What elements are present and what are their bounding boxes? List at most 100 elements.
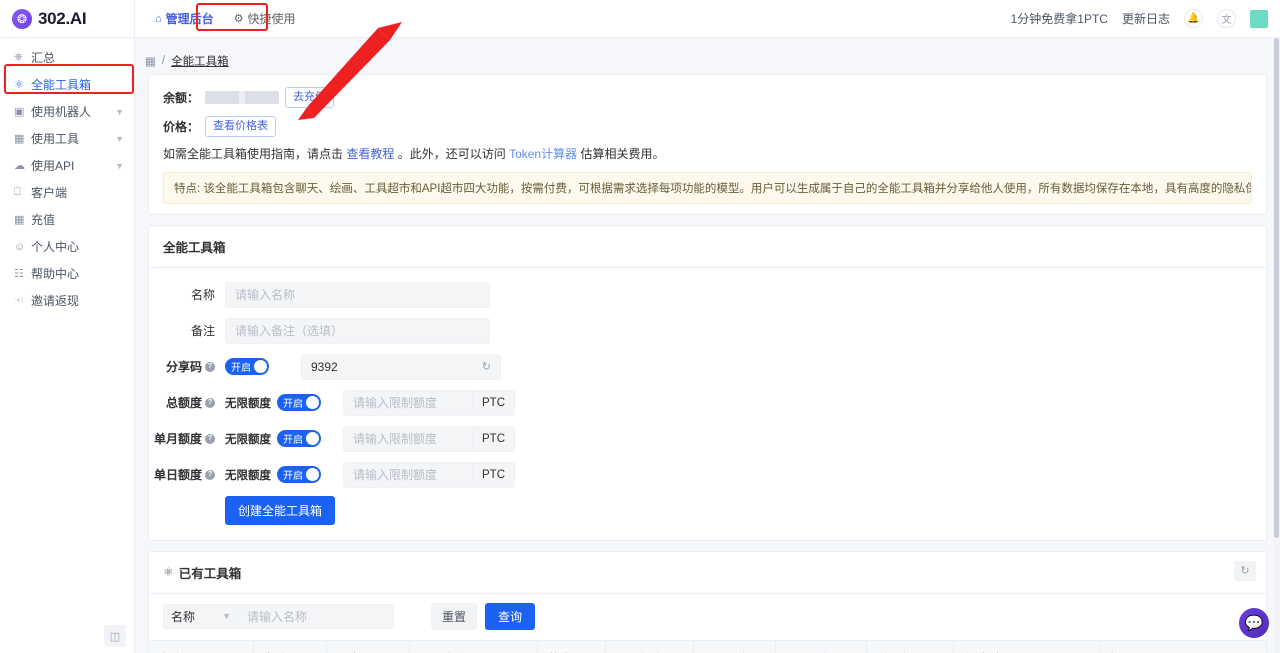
share-code-input[interactable]: 9392 ↻ bbox=[301, 353, 501, 380]
total-quota-unit: PTC bbox=[473, 389, 515, 416]
col-used-quota[interactable]: 已用额度 bbox=[605, 639, 695, 653]
bell-icon[interactable]: 🔔 bbox=[1184, 9, 1203, 28]
help-icon[interactable]: ? bbox=[205, 433, 215, 444]
sidebar-item-client[interactable]: ⎕ 客户端 bbox=[0, 179, 134, 206]
sidebar-item-summary[interactable]: ⎈ 汇总 bbox=[0, 44, 134, 71]
total-quota-input[interactable]: 请输入限制额度 bbox=[343, 389, 473, 416]
avatar[interactable] bbox=[1250, 9, 1268, 28]
col-actions: 操作 bbox=[1099, 639, 1266, 653]
breadcrumb: ▦ / 全能工具箱 bbox=[135, 48, 1280, 74]
breadcrumb-current[interactable]: 全能工具箱 bbox=[171, 53, 229, 69]
vertical-scrollbar[interactable] bbox=[1273, 38, 1280, 653]
name-input-placeholder: 请输入名称 bbox=[235, 288, 296, 303]
promo-link[interactable]: 1分钟免费拿1PTC bbox=[1011, 10, 1108, 27]
toggle-knob bbox=[306, 468, 319, 482]
toggle-knob bbox=[306, 432, 319, 446]
sidebar-item-api[interactable]: ☁ 使用API ▼ bbox=[0, 152, 134, 179]
form-row-remark: 备注 请输入备注（选填） bbox=[163, 317, 1252, 344]
col-name[interactable]: 名称 bbox=[149, 639, 254, 653]
chevron-down-icon: ▼ bbox=[115, 106, 124, 117]
chevron-down-icon: ▼ bbox=[222, 611, 231, 622]
changelog-link[interactable]: 更新日志 bbox=[1122, 10, 1170, 27]
month-unlimited-toggle[interactable]: 开启 bbox=[277, 430, 321, 448]
day-unlimited-toggle[interactable]: 开启 bbox=[277, 466, 321, 484]
sidebar-item-robots-label: 使用机器人 bbox=[31, 105, 92, 119]
create-toolbox-button[interactable]: 创建全能工具箱 bbox=[225, 496, 336, 526]
month-unlimited-toggle-label: 开启 bbox=[283, 435, 303, 447]
day-quota-input[interactable]: 请输入限制额度 bbox=[343, 461, 473, 488]
total-unlimited-toggle-label: 开启 bbox=[283, 399, 303, 411]
remark-label: 备注 bbox=[163, 322, 225, 339]
col-created-at[interactable]: 创建时间 bbox=[953, 639, 1100, 653]
help-icon[interactable]: ? bbox=[205, 469, 215, 480]
sidebar-item-help[interactable]: ☷ 帮助中心 bbox=[0, 260, 134, 287]
translate-icon[interactable]: 文 bbox=[1217, 9, 1236, 28]
sidebar-item-recharge-label: 充值 bbox=[31, 213, 56, 227]
search-button[interactable]: 查询 bbox=[485, 602, 536, 630]
col-day-limit[interactable]: 单日限额 bbox=[693, 639, 776, 653]
sidebar-item-toolbox[interactable]: ⚛ 全能工具箱 bbox=[0, 71, 134, 98]
filter-keyword-input[interactable]: 请输入名称 bbox=[239, 603, 394, 629]
tab-quick-use-label: 快捷使用 bbox=[247, 12, 296, 26]
refresh-icon[interactable]: ↻ bbox=[482, 360, 491, 373]
col-tool-name[interactable]: 工具名称 bbox=[409, 639, 539, 653]
breadcrumb-separator: / bbox=[161, 55, 166, 67]
share-code-toggle[interactable]: 开启 bbox=[225, 358, 269, 376]
scrollbar-thumb[interactable] bbox=[1274, 38, 1279, 538]
remark-input[interactable]: 请输入备注（选填） bbox=[225, 317, 490, 344]
col-total-limit[interactable]: 总限额 bbox=[866, 639, 954, 653]
guide-prefix: 如需全能工具箱使用指南，请点击 bbox=[163, 146, 344, 161]
month-quota-label: 单月额度 ? bbox=[154, 430, 225, 447]
month-quota-input[interactable]: 请输入限制额度 bbox=[343, 425, 473, 452]
gear-icon: ⚙ bbox=[233, 13, 244, 25]
sidebar-item-client-label: 客户端 bbox=[31, 186, 68, 200]
col-share-code[interactable]: 分享码 bbox=[326, 639, 410, 653]
toggle-knob bbox=[254, 360, 267, 374]
dashboard-icon: ⎈ bbox=[14, 51, 23, 63]
wallet-icon: ▦ bbox=[14, 214, 25, 226]
price-table-button[interactable]: 查看价格表 bbox=[205, 115, 277, 137]
guide-tutorial-link[interactable]: 查看教程 bbox=[346, 147, 394, 161]
balance-row: 余额： 去充值 bbox=[163, 87, 1252, 108]
sidebar-item-profile[interactable]: ☺ 个人中心 bbox=[0, 233, 134, 260]
sidebar-item-robots[interactable]: ▣ 使用机器人 ▼ bbox=[0, 98, 134, 125]
tab-quick-use[interactable]: ⚙ 快捷使用 bbox=[224, 6, 306, 31]
sidebar-item-invite-label: 邀请返现 bbox=[31, 294, 80, 308]
brand[interactable]: ❂ 302.AI bbox=[0, 0, 135, 37]
tab-admin-console[interactable]: ⌂ 管理后台 bbox=[145, 6, 224, 31]
sidebar-item-toolbox-label: 全能工具箱 bbox=[31, 78, 92, 92]
col-status[interactable]: 状态 bbox=[537, 639, 606, 653]
share-code-value: 9392 bbox=[311, 359, 338, 374]
create-toolbox-form: 名称 请输入名称 备注 请输入备注（选填） 分享码 ? 开启 9392 ↻ 总额… bbox=[149, 268, 1266, 540]
name-label-text: 名称 bbox=[190, 288, 215, 303]
day-quota-label: 单日额度 ? bbox=[154, 466, 225, 483]
sidebar-item-tools[interactable]: ▦ 使用工具 ▼ bbox=[0, 125, 134, 152]
filter-field-select[interactable]: 名称 ▼ bbox=[163, 603, 239, 629]
col-remark[interactable]: 备注 bbox=[253, 639, 327, 653]
reset-button[interactable]: 重置 bbox=[431, 602, 478, 630]
header-tabs: ⌂ 管理后台 ⚙ 快捷使用 bbox=[145, 0, 306, 37]
sidebar-item-invite[interactable]: ☜ 邀请返现 bbox=[0, 287, 134, 314]
total-unlimited-toggle[interactable]: 开启 bbox=[277, 394, 321, 412]
help-icon[interactable]: ? bbox=[205, 361, 215, 372]
chat-bubble-icon[interactable]: 💬 bbox=[1239, 608, 1269, 638]
book-icon: ☷ bbox=[14, 268, 24, 280]
sidebar-item-api-label: 使用API bbox=[31, 159, 75, 173]
toolbox-icon: ⚛ bbox=[14, 79, 24, 91]
robot-icon: ▣ bbox=[14, 106, 25, 118]
refresh-icon[interactable]: ↻ bbox=[1234, 560, 1256, 581]
name-label: 名称 bbox=[163, 286, 225, 303]
col-month-limit[interactable]: 单月限额 bbox=[775, 639, 868, 653]
help-icon[interactable]: ? bbox=[205, 397, 215, 408]
app-header: ❂ 302.AI ⌂ 管理后台 ⚙ 快捷使用 1分钟免费拿1PTC 更新日志 🔔… bbox=[0, 0, 1280, 38]
name-input[interactable]: 请输入名称 bbox=[225, 281, 490, 308]
create-toolbox-title-text: 全能工具箱 bbox=[163, 240, 226, 255]
sidebar-item-recharge[interactable]: ▦ 充值 bbox=[0, 206, 134, 233]
collapse-panel-icon[interactable]: ◫ bbox=[104, 625, 126, 647]
cloud-icon: ☁ bbox=[14, 160, 25, 172]
recharge-button[interactable]: 去充值 bbox=[285, 87, 335, 108]
token-calculator-link[interactable]: Token计算器 bbox=[509, 147, 577, 161]
form-row-month-quota: 单月额度 ? 无限额度 开启 请输入限制额度 PTC bbox=[154, 425, 1252, 452]
user-icon: ☺ bbox=[14, 240, 26, 253]
day-quota-unit: PTC bbox=[473, 461, 515, 488]
